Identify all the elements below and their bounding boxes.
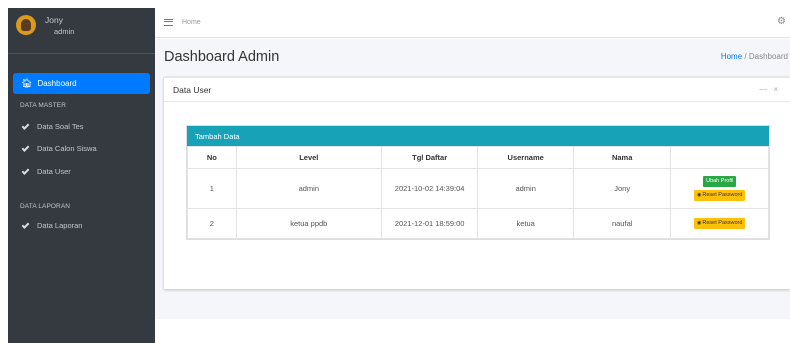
sidebar-item-data-user[interactable]: Data User: [21, 166, 71, 176]
col-header-actions: [670, 146, 769, 169]
cell-actions: ◉Reset Password: [670, 208, 769, 239]
cell-no: 1: [187, 168, 237, 209]
close-icon[interactable]: ×: [773, 85, 784, 94]
sidebar-item-data-soal-tes[interactable]: Data Soal Tes: [21, 121, 84, 131]
avatar: [16, 15, 36, 35]
cell-tgl-daftar: 2021-12-01 18:59:00: [380, 208, 479, 239]
card-header: Data User —×: [164, 78, 790, 102]
data-user-card: Data User —× Tambah Data No Level Tgl Da…: [164, 77, 790, 289]
cell-no: 2: [187, 208, 237, 239]
user-name: Jony: [45, 15, 63, 25]
col-header-username: Username: [477, 146, 574, 169]
cell-username: admin: [477, 168, 574, 209]
sidebar-item-data-laporan[interactable]: Data Laporan: [21, 220, 83, 230]
table-row: 1 admin 2021-10-02 14:39:04 admin Jony U…: [187, 168, 769, 209]
nav-home-link[interactable]: Home: [182, 19, 201, 26]
breadcrumb: Home / Dashboard: [721, 52, 788, 61]
sidebar-item-data-calon-siswa[interactable]: Data Calon Siswa: [21, 143, 97, 153]
sidebar-item-label: Data Calon Siswa: [37, 144, 97, 153]
page-title: Dashboard Admin: [164, 49, 280, 65]
col-header-level: Level: [235, 146, 382, 169]
col-header-tgl-daftar: Tgl Daftar: [380, 146, 479, 169]
col-header-nama: Nama: [572, 146, 672, 169]
user-role: admin: [54, 27, 75, 36]
cell-tgl-daftar: 2021-10-02 14:39:04: [380, 168, 479, 209]
hamburger-menu-icon[interactable]: [164, 19, 173, 26]
nav-header-data-master: DATA MASTER: [20, 102, 67, 109]
sidebar-item-label: Data Soal Tes: [37, 122, 84, 131]
reset-password-button[interactable]: ◉Reset Password: [694, 218, 746, 229]
check-icon: [21, 220, 30, 229]
home-icon: 🏠︎: [21, 78, 33, 88]
col-header-no: No: [187, 146, 237, 169]
edit-profile-button[interactable]: Ubah Profil: [703, 176, 737, 187]
table-row: 2 ketua ppdb 2021-12-01 18:59:00 ketua n…: [187, 208, 769, 239]
user-table-panel: Tambah Data No Level Tgl Daftar Username…: [186, 125, 770, 240]
user-panel[interactable]: Jony admin: [8, 8, 155, 54]
add-data-button[interactable]: Tambah Data: [187, 126, 769, 146]
sidebar: Jony admin 🏠︎ Dashboard DATA MASTER Data…: [8, 8, 155, 343]
top-navbar: Home ⚙︎: [155, 8, 790, 38]
breadcrumb-home[interactable]: Home: [721, 52, 742, 61]
cell-level: ketua ppdb: [235, 208, 382, 239]
nav-header-data-laporan: DATA LAPORAN: [20, 203, 71, 210]
sidebar-item-label: Data Laporan: [37, 221, 83, 230]
user-table: No Level Tgl Daftar Username Nama 1 admi…: [187, 146, 769, 239]
gear-icon[interactable]: ⚙︎: [777, 16, 786, 27]
sidebar-item-dashboard[interactable]: 🏠︎ Dashboard: [13, 73, 150, 94]
minimize-icon[interactable]: —: [759, 85, 773, 94]
breadcrumb-separator: /: [744, 52, 747, 61]
breadcrumb-current: Dashboard: [748, 52, 788, 61]
check-icon: [21, 143, 30, 152]
eye-icon: ◉: [697, 192, 702, 198]
sidebar-item-label: Dashboard: [37, 79, 77, 88]
cell-nama: Jony: [572, 168, 672, 209]
cell-actions: Ubah Profil ◉Reset Password: [670, 168, 769, 209]
cell-username: ketua: [477, 208, 574, 239]
reset-password-label: Reset Password: [702, 220, 743, 226]
content-wrapper: Dashboard Admin Home / Dashboard Data Us…: [155, 39, 790, 319]
reset-password-button[interactable]: ◉Reset Password: [694, 190, 746, 201]
sidebar-item-label: Data User: [37, 167, 71, 176]
cell-level: admin: [235, 168, 382, 209]
cell-nama: naufal: [572, 208, 672, 239]
eye-icon: ◉: [697, 220, 702, 226]
reset-password-label: Reset Password: [702, 192, 743, 198]
card-title: Data User: [173, 84, 212, 95]
check-icon: [21, 166, 30, 175]
table-header-row: No Level Tgl Daftar Username Nama: [187, 146, 769, 169]
check-icon: [21, 121, 30, 130]
